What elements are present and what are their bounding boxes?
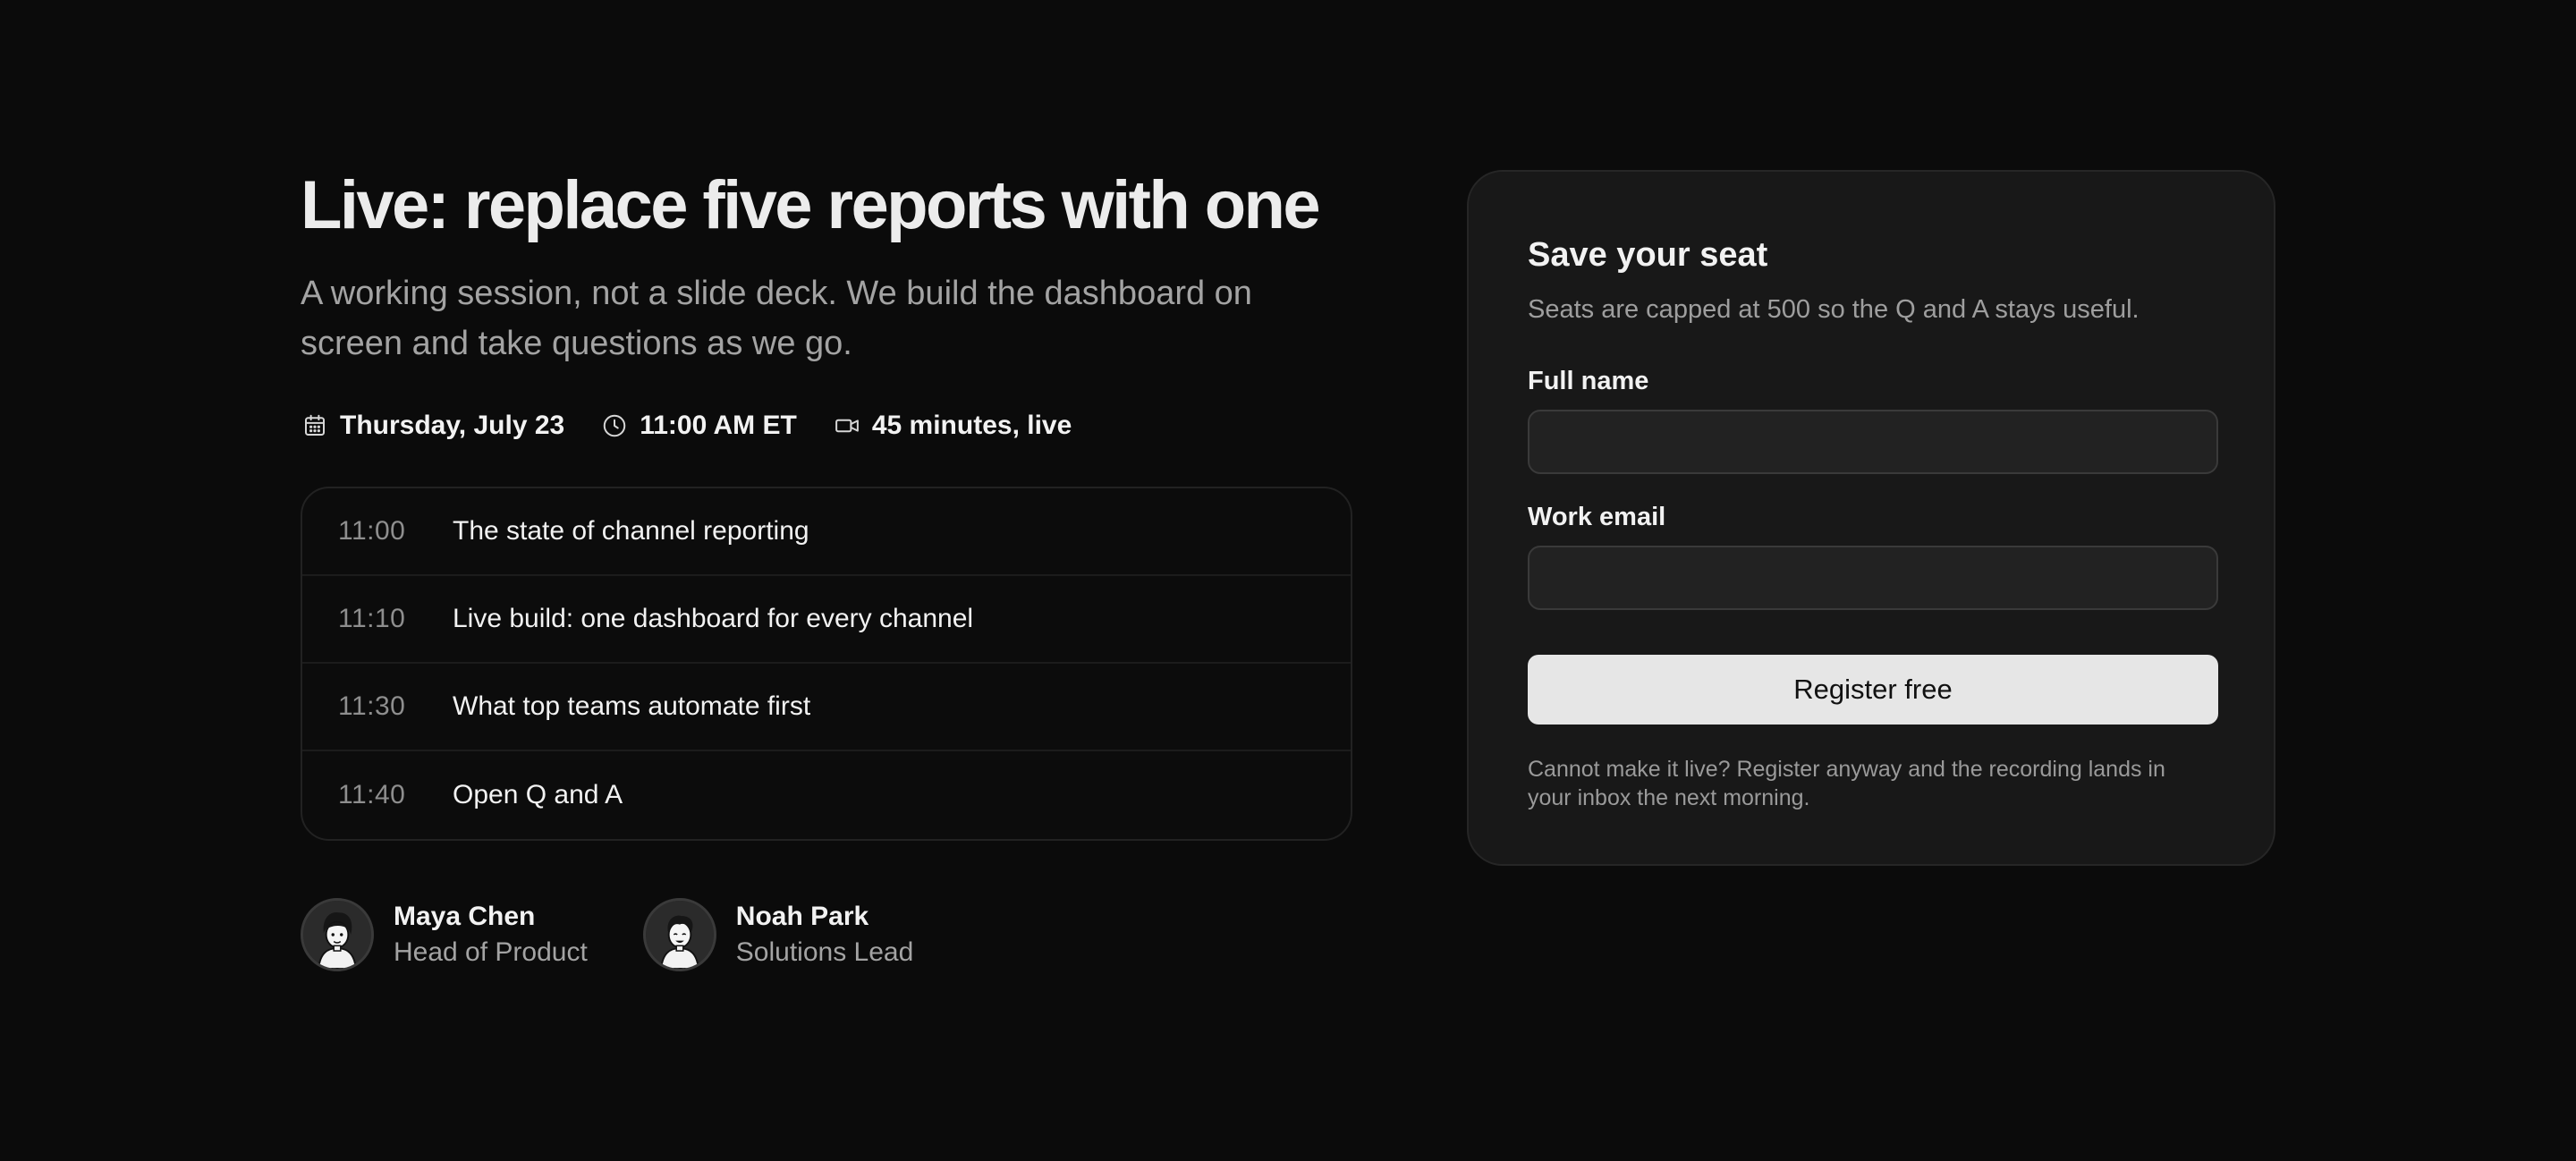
- registration-card: Save your seat Seats are capped at 500 s…: [1467, 170, 2275, 866]
- agenda-item: 11:00 The state of channel reporting: [302, 488, 1351, 576]
- event-duration: 45 minutes, live: [833, 411, 1072, 441]
- register-button[interactable]: Register free: [1528, 655, 2218, 725]
- agenda-item: 11:10 Live build: one dashboard for ever…: [302, 576, 1351, 664]
- event-date: Thursday, July 23: [301, 411, 564, 441]
- agenda-time: 11:30: [338, 691, 406, 721]
- avatar: [301, 898, 374, 971]
- video-camera-icon: [833, 411, 861, 440]
- speaker-list: Maya Chen Head of Product Noah Park Solu…: [301, 898, 1352, 971]
- full-name-field[interactable]: [1528, 410, 2218, 474]
- recording-note: Cannot make it live? Register anyway and…: [1528, 757, 2165, 810]
- speaker-role: Solutions Lead: [735, 937, 914, 967]
- agenda-title: What top teams automate first: [453, 691, 811, 721]
- full-name-label: Full name: [1528, 367, 1649, 395]
- speaker-card: Maya Chen Head of Product: [301, 898, 588, 971]
- webinar-page: Live: replace five reports with one A wo…: [0, 0, 2576, 1161]
- page-subtitle: A working session, not a slide deck. We …: [301, 275, 1252, 362]
- agenda-list: 11:00 The state of channel reporting 11:…: [301, 487, 1352, 841]
- work-email-field[interactable]: [1528, 546, 2218, 610]
- clock-icon: [600, 411, 629, 440]
- speaker-info: Noah Park Solutions Lead: [736, 899, 914, 970]
- event-time-text: 11:00 AM ET: [640, 411, 797, 440]
- registration-subtitle: Seats are capped at 500 so the Q and A s…: [1528, 295, 2140, 324]
- registration-title: Save your seat: [1528, 236, 1768, 274]
- agenda-time: 11:00: [338, 516, 406, 546]
- agenda-time: 11:40: [338, 780, 406, 809]
- speaker-card: Noah Park Solutions Lead: [642, 898, 914, 971]
- event-details: Live: replace five reports with one A wo…: [301, 161, 1352, 971]
- calendar-icon: [301, 411, 329, 440]
- speaker-name: Maya Chen: [394, 902, 536, 931]
- event-time: 11:00 AM ET: [600, 411, 797, 441]
- speaker-info: Maya Chen Head of Product: [394, 899, 588, 970]
- agenda-item: 11:40 Open Q and A: [302, 751, 1351, 839]
- event-duration-text: 45 minutes, live: [871, 411, 1072, 440]
- agenda-item: 11:30 What top teams automate first: [302, 664, 1351, 751]
- avatar: [642, 898, 716, 971]
- agenda-title: The state of channel reporting: [453, 516, 809, 546]
- agenda-title: Open Q and A: [453, 780, 623, 809]
- agenda-title: Live build: one dashboard for every chan…: [453, 604, 974, 633]
- speaker-role: Head of Product: [394, 937, 588, 967]
- event-date-text: Thursday, July 23: [340, 411, 565, 440]
- work-email-label: Work email: [1528, 503, 1666, 531]
- agenda-time: 11:10: [338, 604, 406, 633]
- page-title: Live: replace five reports with one: [301, 167, 1321, 243]
- speaker-name: Noah Park: [735, 902, 869, 931]
- event-meta: Thursday, July 23 11:00 AM ET 45 minutes…: [301, 408, 1352, 444]
